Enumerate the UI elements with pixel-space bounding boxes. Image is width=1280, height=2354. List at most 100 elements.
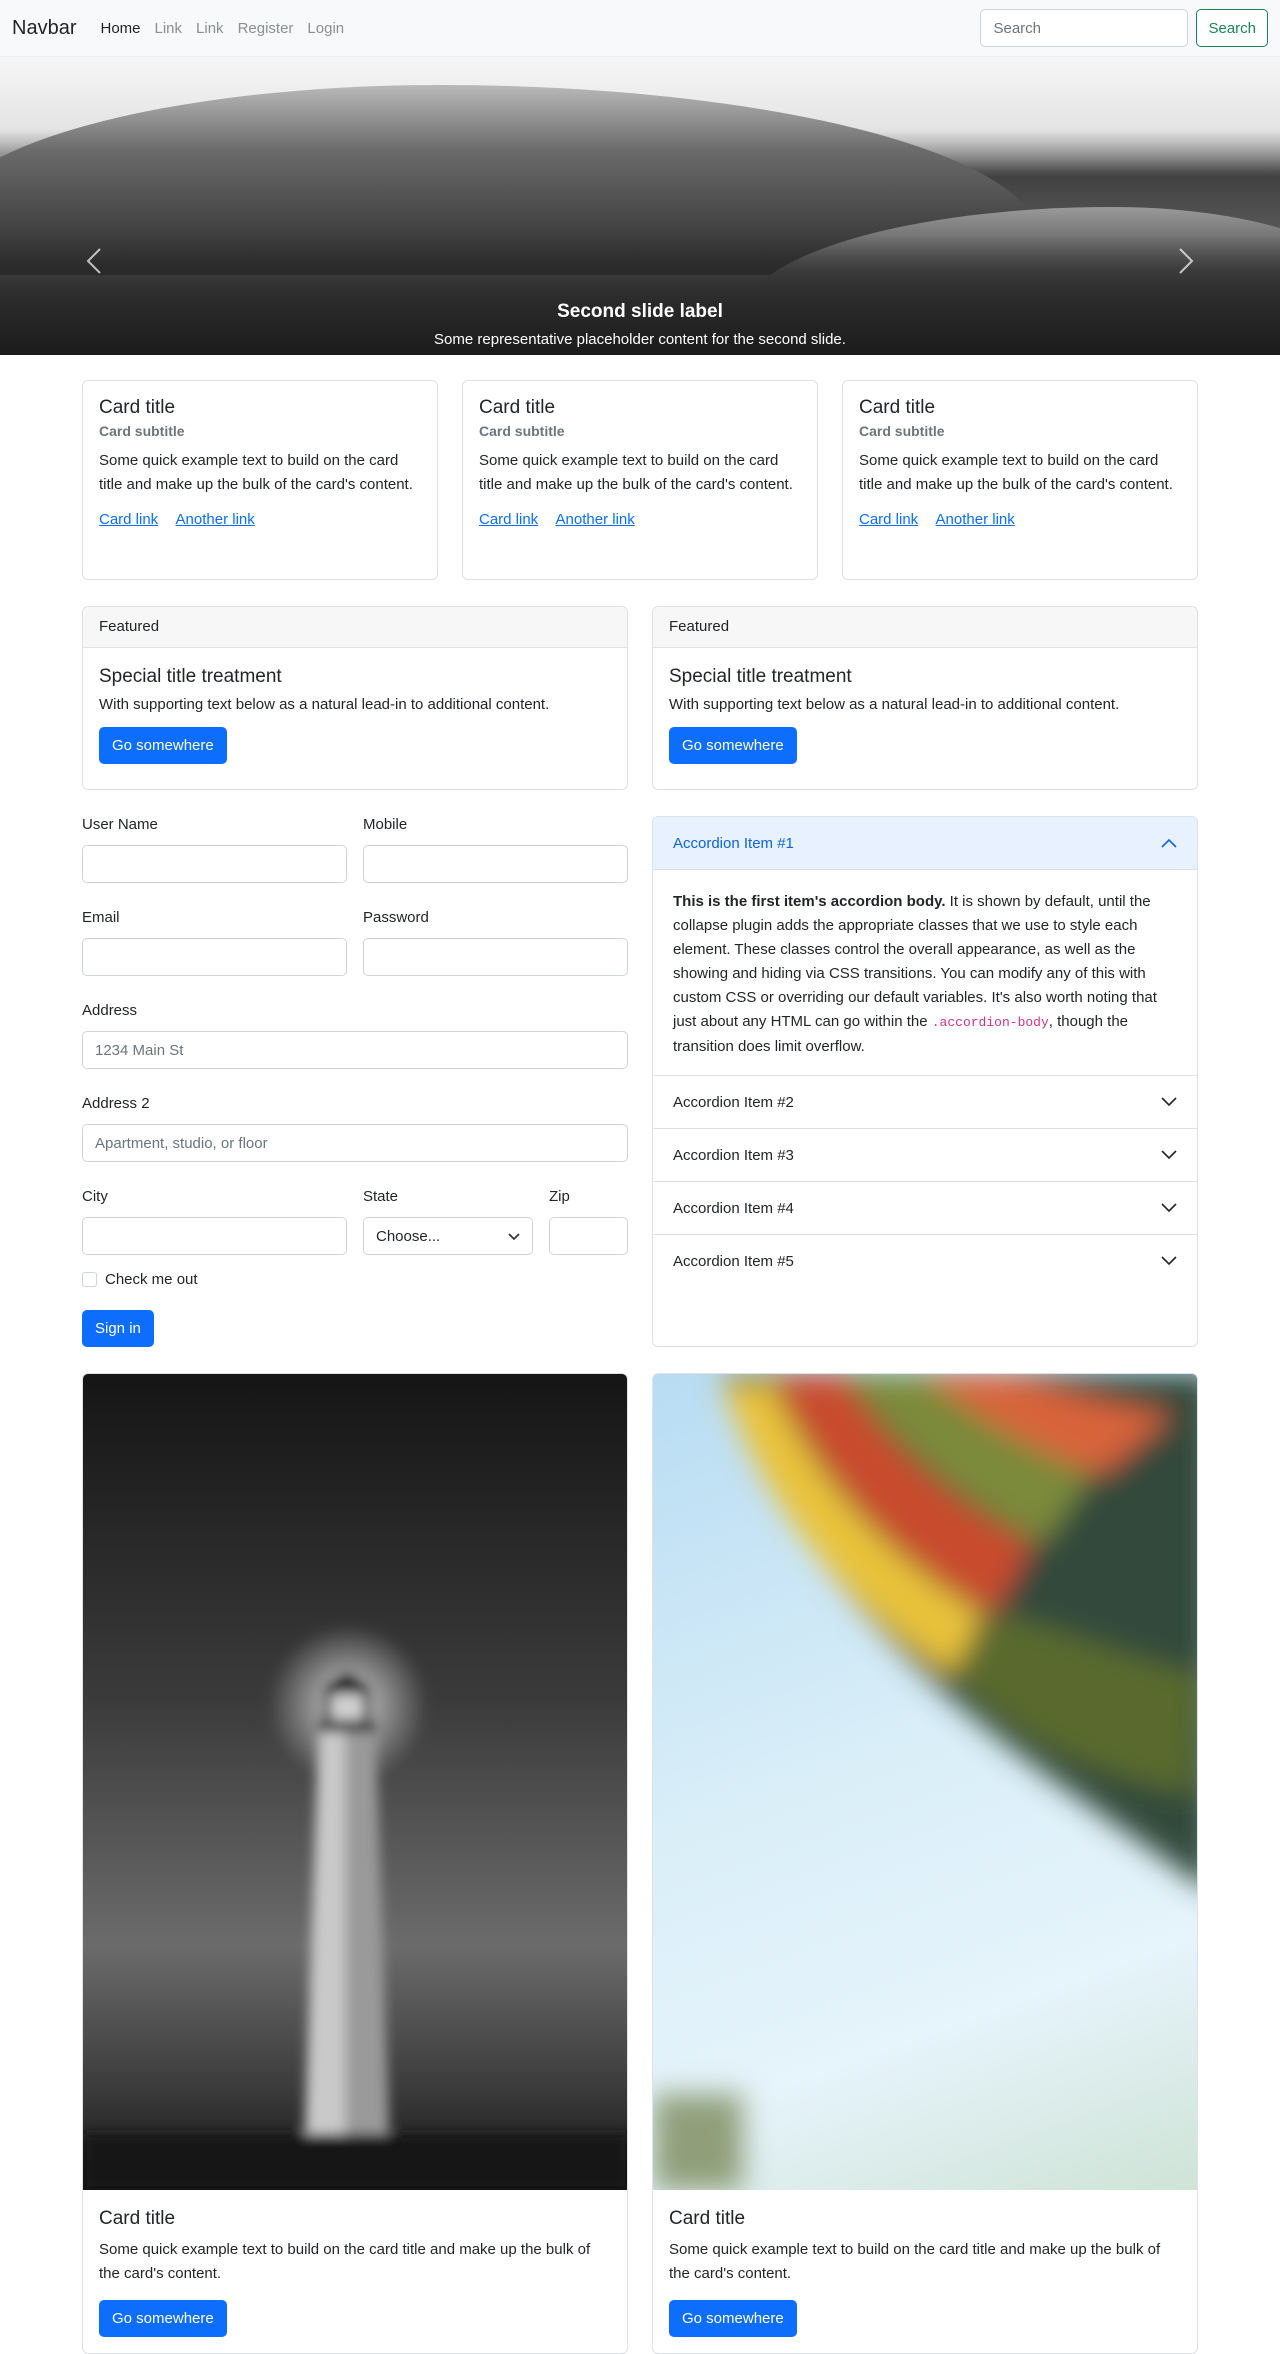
nav-link-1[interactable]: Link bbox=[155, 20, 183, 37]
mobile-label: Mobile bbox=[363, 816, 408, 833]
navbar: Navbar Home Link Link Register Login Sea… bbox=[0, 0, 1280, 57]
accordion-item-2-header[interactable]: Accordion Item #2 bbox=[653, 1075, 1197, 1128]
nav-link-login[interactable]: Login bbox=[307, 20, 344, 37]
go-somewhere-button[interactable]: Go somewhere bbox=[99, 727, 227, 764]
carousel-next-icon[interactable] bbox=[1178, 247, 1194, 279]
state-select[interactable]: Choose... bbox=[363, 1217, 533, 1255]
card-text: Some quick example text to build on the … bbox=[99, 452, 413, 493]
accordion-item-label: Accordion Item #4 bbox=[673, 1199, 794, 1217]
accordion-item-4-header[interactable]: Accordion Item #4 bbox=[653, 1181, 1197, 1234]
carousel-caption: Second slide label Some representative p… bbox=[0, 301, 1280, 348]
form-row: City State Choose... Zip bbox=[82, 1188, 628, 1255]
balloon-image bbox=[653, 1374, 1197, 2190]
state-select-value: Choose... bbox=[376, 1227, 441, 1245]
card-title: Card title bbox=[99, 2208, 176, 2229]
another-link[interactable]: Another link bbox=[556, 511, 635, 528]
accordion-body-text: It is shown by default, until the collap… bbox=[673, 893, 1157, 1030]
form-row: User Name Mobile bbox=[82, 816, 628, 883]
image-card: Card title Some quick example text to bu… bbox=[652, 1373, 1198, 2354]
accordion-body-strong: This is the first item's accordion body. bbox=[673, 893, 946, 910]
card-link[interactable]: Card link bbox=[479, 511, 538, 528]
another-link[interactable]: Another link bbox=[936, 511, 1015, 528]
username-label: User Name bbox=[82, 816, 158, 833]
check-me-out-label: Check me out bbox=[105, 1271, 198, 1288]
address-group: Address bbox=[82, 1002, 628, 1069]
image-card-row: Card title Some quick example text to bu… bbox=[82, 1373, 1198, 2354]
sign-in-button[interactable]: Sign in bbox=[82, 1310, 154, 1347]
signup-form: User Name Mobile Email Password Address … bbox=[82, 816, 628, 1347]
accordion-item-1-header[interactable]: Accordion Item #1 bbox=[653, 817, 1197, 870]
card-title: Card title bbox=[669, 2208, 746, 2229]
featured-title: Special title treatment bbox=[669, 666, 852, 687]
card-text: Some quick example text to build on the … bbox=[669, 2241, 1161, 2282]
accordion: Accordion Item #1 This is the first item… bbox=[652, 816, 1198, 1347]
form-row: Address 2 bbox=[82, 1095, 628, 1162]
zip-input[interactable] bbox=[549, 1217, 628, 1255]
featured-title: Special title treatment bbox=[99, 666, 282, 687]
card-text: Some quick example text to build on the … bbox=[99, 2241, 591, 2282]
card-subtitle: Card subtitle bbox=[479, 423, 565, 439]
image-card: Card title Some quick example text to bu… bbox=[82, 1373, 628, 2354]
accordion-item-5-header[interactable]: Accordion Item #5 bbox=[653, 1234, 1197, 1287]
password-field[interactable] bbox=[363, 938, 628, 976]
chevron-down-icon bbox=[1161, 1094, 1177, 1111]
card-title: Card title bbox=[859, 397, 936, 418]
state-group: State Choose... bbox=[363, 1188, 533, 1255]
mobile-input[interactable] bbox=[363, 845, 628, 883]
card-header: Featured bbox=[83, 607, 627, 648]
card-text: Some quick example text to build on the … bbox=[859, 452, 1173, 493]
check-me-out-checkbox[interactable] bbox=[82, 1272, 97, 1287]
main-container: Card title Card subtitle Some quick exam… bbox=[82, 380, 1198, 2354]
card-link[interactable]: Card link bbox=[859, 511, 918, 528]
featured-text: With supporting text below as a natural … bbox=[669, 696, 1120, 713]
search-button[interactable]: Search bbox=[1196, 9, 1268, 47]
email-group: Email bbox=[82, 909, 347, 976]
accordion-item-label: Accordion Item #2 bbox=[673, 1093, 794, 1111]
chevron-down-icon bbox=[1161, 1200, 1177, 1217]
featured-card: Featured Special title treatment With su… bbox=[652, 606, 1198, 790]
chevron-down-icon bbox=[508, 1228, 520, 1245]
card-link[interactable]: Card link bbox=[99, 511, 158, 528]
accordion-body: This is the first item's accordion body.… bbox=[653, 870, 1197, 1075]
form-row: Address bbox=[82, 1002, 628, 1069]
accordion-item-label: Accordion Item #1 bbox=[673, 834, 794, 852]
accordion-item-label: Accordion Item #5 bbox=[673, 1252, 794, 1270]
navbar-brand[interactable]: Navbar bbox=[12, 17, 76, 40]
address-input[interactable] bbox=[82, 1031, 628, 1069]
card-header: Featured bbox=[653, 607, 1197, 648]
carousel-prev-icon[interactable] bbox=[86, 247, 102, 279]
accordion-body-code: .accordion-body bbox=[931, 1015, 1049, 1030]
nav-link-home[interactable]: Home bbox=[100, 20, 140, 37]
another-link[interactable]: Another link bbox=[176, 511, 255, 528]
search-input[interactable] bbox=[980, 9, 1189, 47]
email-field[interactable] bbox=[82, 938, 347, 976]
check-me-out: Check me out bbox=[82, 1271, 628, 1288]
go-somewhere-button[interactable]: Go somewhere bbox=[669, 2300, 797, 2337]
card-body: Card title Some quick example text to bu… bbox=[653, 2190, 1197, 2353]
card: Card title Card subtitle Some quick exam… bbox=[82, 380, 438, 580]
card-subtitle: Card subtitle bbox=[859, 423, 945, 439]
card-subtitle: Card subtitle bbox=[99, 423, 185, 439]
go-somewhere-button[interactable]: Go somewhere bbox=[669, 727, 797, 764]
featured-card: Featured Special title treatment With su… bbox=[82, 606, 628, 790]
lighthouse-image bbox=[83, 1374, 627, 2190]
address2-group: Address 2 bbox=[82, 1095, 628, 1162]
username-input[interactable] bbox=[82, 845, 347, 883]
carousel-text: Some representative placeholder content … bbox=[434, 331, 846, 348]
address2-input[interactable] bbox=[82, 1124, 628, 1162]
nav-link-register[interactable]: Register bbox=[238, 20, 294, 37]
card-body: Card title Some quick example text to bu… bbox=[83, 2190, 627, 2353]
address2-label: Address 2 bbox=[82, 1095, 150, 1112]
card-text: Some quick example text to build on the … bbox=[479, 452, 793, 493]
card-body: Special title treatment With supporting … bbox=[653, 648, 1197, 780]
nav-link-2[interactable]: Link bbox=[196, 20, 224, 37]
address-label: Address bbox=[82, 1002, 138, 1019]
card-title: Card title bbox=[479, 397, 556, 418]
zip-group: Zip bbox=[549, 1188, 628, 1255]
go-somewhere-button[interactable]: Go somewhere bbox=[99, 2300, 227, 2337]
city-input[interactable] bbox=[82, 1217, 347, 1255]
chevron-down-icon bbox=[1161, 1253, 1177, 1270]
username-group: User Name bbox=[82, 816, 347, 883]
accordion-item-3-header[interactable]: Accordion Item #3 bbox=[653, 1128, 1197, 1181]
chevron-down-icon bbox=[1161, 1147, 1177, 1164]
